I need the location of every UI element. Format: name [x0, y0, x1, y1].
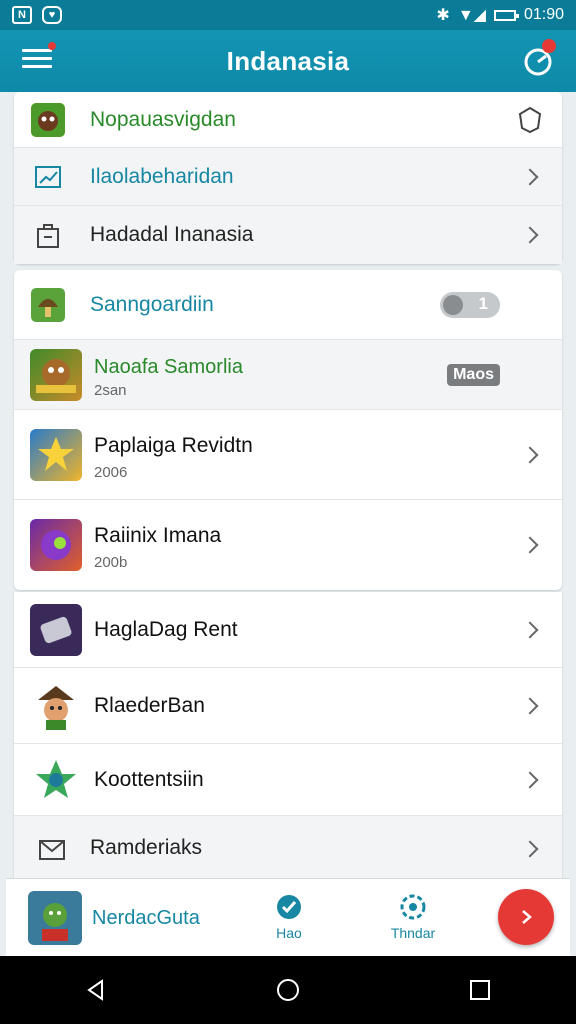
chevron-right-icon — [521, 771, 539, 789]
app-icon — [30, 102, 66, 138]
row-featured-game[interactable]: Naoafa Samorlia 2san Maos — [14, 340, 562, 410]
row-game[interactable]: Paplaiga Revidtn 2006 — [14, 410, 562, 500]
app-title: Indanasia — [226, 45, 350, 76]
row-section-header[interactable]: Sanngoardiin 1 — [14, 270, 562, 340]
shield-icon[interactable] — [514, 104, 546, 141]
game-sub: 200b — [94, 554, 128, 571]
tab-label: Thndar — [390, 925, 436, 941]
chevron-right-icon — [521, 168, 539, 186]
list-title: HaglaDag Rent — [94, 618, 238, 641]
battery-icon — [493, 9, 519, 21]
game-icon — [30, 429, 82, 481]
notification-dot — [48, 42, 56, 50]
game-badge: Maos — [447, 364, 500, 386]
bag-icon — [30, 217, 66, 253]
bottom-label[interactable]: NerdacGuta — [92, 907, 200, 930]
mail-icon — [34, 831, 70, 867]
app-bar: Indanasia — [0, 30, 576, 92]
list-item[interactable]: RlaederBan — [14, 668, 562, 744]
toggle-value: 1 — [478, 294, 488, 313]
message-icon: ♥ — [42, 6, 62, 24]
section-title: Sanngoardiin — [90, 293, 214, 316]
bluetooth-icon: ✱ — [436, 7, 450, 24]
tab-label: Hao — [276, 925, 302, 941]
system-nav-bar — [0, 956, 576, 1024]
games-card: Sanngoardiin 1 Naoafa Samorlia 2san Maos… — [14, 270, 562, 590]
row-ilaolabeharidan[interactable]: Ilaolabeharidan — [14, 148, 562, 206]
check-icon — [275, 893, 303, 921]
menu-button[interactable] — [22, 42, 56, 74]
toggle-knob — [443, 295, 463, 315]
avatar[interactable] — [28, 891, 82, 945]
back-button[interactable] — [76, 970, 116, 1010]
refresh-badge — [542, 39, 556, 53]
game-title: Paplaiga Revidtn — [94, 434, 253, 457]
chevron-right-icon — [521, 840, 539, 858]
tab-thndar[interactable]: Thndar — [378, 893, 448, 941]
list-title: Koottentsiin — [94, 768, 204, 791]
row-label: Nopauasvigdan — [90, 108, 236, 131]
row-hadadal-inanasia[interactable]: Hadadal Inanasia — [14, 206, 562, 264]
list-item[interactable]: HaglaDag Rent — [14, 592, 562, 668]
chevron-right-icon — [521, 536, 539, 554]
list-title: RlaederBan — [94, 694, 205, 717]
mushroom-icon — [30, 287, 66, 323]
recents-button[interactable] — [460, 970, 500, 1010]
game-icon — [30, 604, 82, 656]
game-sub: 2006 — [94, 464, 128, 481]
home-icon — [277, 979, 299, 1001]
game-icon — [30, 519, 82, 571]
gear-icon — [399, 893, 427, 921]
signal-icon: ▼◢ — [457, 7, 486, 24]
home-button[interactable] — [268, 970, 308, 1010]
chevron-right-icon — [521, 621, 539, 639]
game-title: Raiinix Imana — [94, 524, 222, 547]
list-title: Ramderiaks — [90, 836, 203, 859]
chevron-right-icon — [521, 446, 539, 464]
tab-home[interactable]: Hao — [254, 893, 324, 941]
play-button[interactable] — [498, 889, 554, 945]
list-item[interactable]: Ramderiaks — [14, 816, 562, 878]
back-icon — [87, 979, 103, 1001]
chevron-right-icon — [522, 910, 532, 924]
recents-icon — [470, 980, 490, 1000]
row-nopauasvigdan[interactable]: Nopauasvigdan — [14, 92, 562, 148]
chevron-right-icon — [521, 697, 539, 715]
section-toggle[interactable]: 1 — [440, 292, 500, 318]
row-label: Ilaolabeharidan — [90, 165, 234, 188]
list-card: HaglaDag Rent RlaederBan Koottentsiin Ra… — [14, 592, 562, 878]
bottom-bar: NerdacGuta Hao Thndar — [6, 878, 570, 956]
star-icon — [30, 754, 82, 806]
settings-card: Nopauasvigdan Ilaolabeharidan Hadadal In… — [14, 92, 562, 264]
game-icon — [30, 349, 82, 401]
row-game[interactable]: Raiinix Imana 200b — [14, 500, 562, 590]
status-bar: N ♥ ✱ ▼◢ 01:90 — [0, 0, 576, 30]
content-area: Nopauasvigdan Ilaolabeharidan Hadadal In… — [0, 92, 576, 878]
refresh-button[interactable] — [520, 39, 556, 78]
row-label: Hadadal Inanasia — [90, 223, 254, 246]
list-item[interactable]: Koottentsiin — [14, 744, 562, 816]
chart-icon — [30, 159, 66, 195]
game-icon — [30, 680, 82, 732]
game-sub: 2san — [94, 382, 127, 399]
game-title: Naoafa Samorlia — [94, 356, 243, 378]
notification-icon: N — [12, 6, 32, 24]
chevron-right-icon — [521, 226, 539, 244]
status-time: 01:90 — [523, 6, 564, 23]
